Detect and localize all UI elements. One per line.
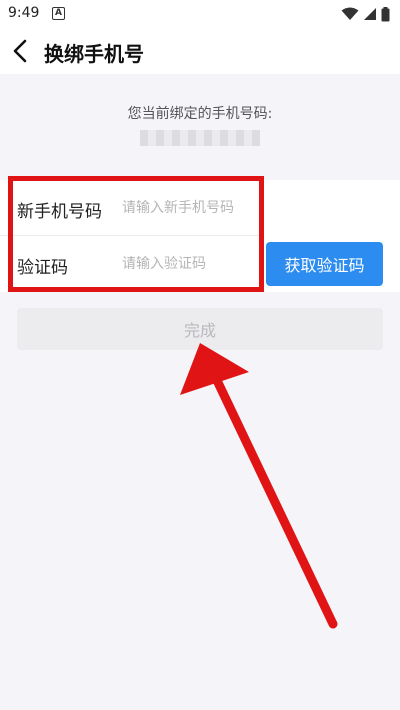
new-phone-input[interactable] bbox=[122, 192, 262, 224]
verification-code-input[interactable] bbox=[122, 248, 262, 280]
current-phone-label: 您当前绑定的手机号码: bbox=[127, 106, 273, 122]
done-button[interactable]: 完成 bbox=[17, 308, 383, 350]
battery-icon bbox=[381, 6, 390, 21]
header-bar: 换绑手机号 bbox=[0, 28, 400, 74]
notification-a-icon: A bbox=[52, 7, 65, 20]
status-icons bbox=[341, 6, 390, 22]
change-phone-page: 9:49 A 换绑手机号 您当前绑定的手机号码: 新手机号码 验证 bbox=[0, 0, 400, 710]
status-bar: 9:49 A bbox=[0, 0, 400, 28]
page-title: 换绑手机号 bbox=[44, 42, 144, 66]
new-phone-row: 新手机号码 bbox=[0, 180, 262, 236]
verification-code-label: 验证码 bbox=[17, 258, 68, 278]
new-phone-label: 新手机号码 bbox=[17, 202, 102, 222]
chevron-left-icon[interactable] bbox=[10, 38, 32, 64]
get-code-button[interactable]: 获取验证码 bbox=[266, 242, 383, 286]
signal-icon bbox=[364, 8, 376, 20]
masked-phone-number bbox=[140, 130, 260, 146]
verification-code-row: 验证码 bbox=[0, 236, 262, 292]
wifi-icon bbox=[341, 7, 359, 20]
status-time: 9:49 bbox=[8, 5, 40, 21]
